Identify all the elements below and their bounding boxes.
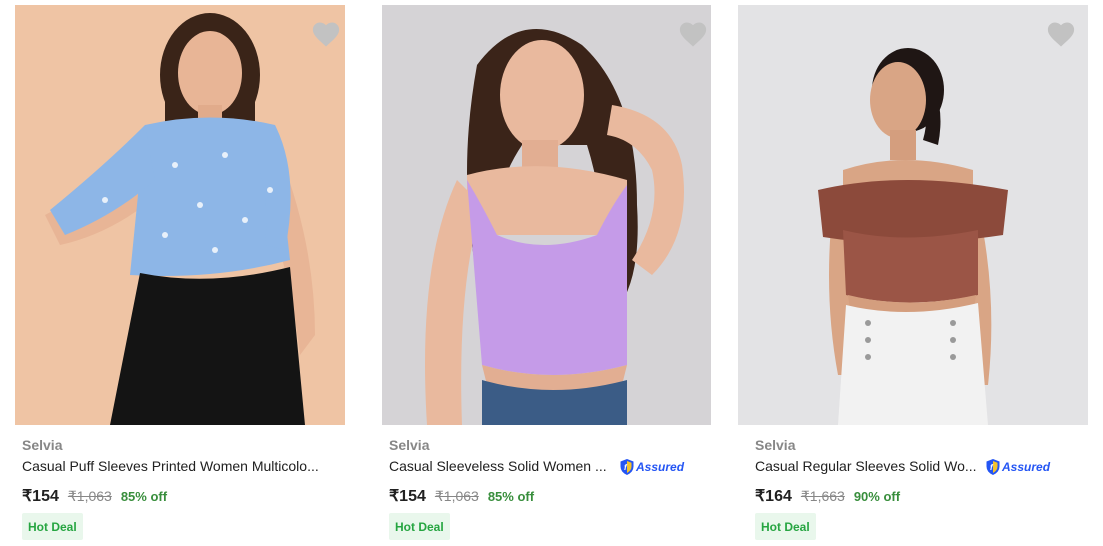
product-card[interactable]: Selvia Casual Regular Sleeves Solid Wo..… — [738, 0, 1088, 546]
product-mrp: ₹1,063 — [67, 488, 112, 504]
product-mrp: ₹1,063 — [434, 488, 479, 504]
product-image[interactable] — [738, 5, 1088, 425]
product-price: ₹164 — [755, 488, 792, 505]
product-price: ₹154 — [389, 488, 426, 505]
hot-deal-badge: Hot Deal — [755, 513, 816, 540]
hot-deal-badge: Hot Deal — [389, 513, 450, 540]
product-title[interactable]: Casual Sleeveless Solid Women ... — [389, 458, 607, 474]
assured-label: Assured — [636, 460, 685, 474]
product-discount: 85% off — [487, 489, 535, 504]
product-mrp: ₹1,663 — [800, 488, 845, 504]
assured-label: Assured — [1002, 460, 1051, 474]
product-image[interactable] — [15, 5, 345, 425]
product-discount: 90% off — [853, 489, 901, 504]
price-row: ₹164 ₹1,663 90% off — [755, 486, 900, 506]
assured-shield-icon: f — [986, 459, 1000, 475]
product-card[interactable]: Selvia Casual Sleeveless Solid Women ...… — [382, 0, 732, 546]
product-discount: 85% off — [120, 489, 168, 504]
price-row: ₹154 ₹1,063 85% off — [389, 486, 534, 506]
hot-deal-badge: Hot Deal — [22, 513, 83, 540]
heart-icon[interactable] — [311, 20, 341, 48]
product-brand: Selvia — [22, 437, 63, 453]
price-row: ₹154 ₹1,063 85% off — [22, 486, 167, 506]
product-price: ₹154 — [22, 488, 59, 505]
product-image[interactable] — [382, 5, 711, 425]
product-card[interactable]: Selvia Casual Puff Sleeves Printed Women… — [15, 0, 365, 546]
product-title[interactable]: Casual Puff Sleeves Printed Women Multic… — [22, 458, 319, 474]
heart-icon[interactable] — [678, 20, 708, 48]
assured-shield-icon: f — [620, 459, 634, 475]
product-title[interactable]: Casual Regular Sleeves Solid Wo... — [755, 458, 977, 474]
product-brand: Selvia — [755, 437, 796, 453]
heart-icon[interactable] — [1046, 20, 1076, 48]
assured-badge: f Assured — [985, 458, 1050, 476]
assured-badge: f Assured — [619, 458, 684, 476]
product-brand: Selvia — [389, 437, 430, 453]
